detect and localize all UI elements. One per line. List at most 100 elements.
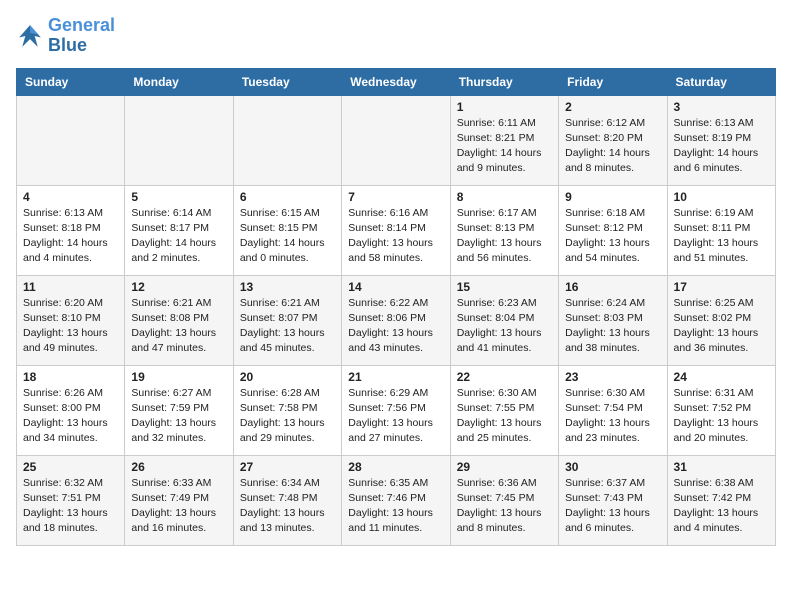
day-info: Sunrise: 6:21 AM Sunset: 8:08 PM Dayligh…: [131, 296, 226, 357]
day-info: Sunrise: 6:24 AM Sunset: 8:03 PM Dayligh…: [565, 296, 660, 357]
day-number: 1: [457, 100, 552, 114]
calendar-cell: 10 Sunrise: 6:19 AM Sunset: 8:11 PM Dayli…: [667, 185, 775, 275]
day-number: 6: [240, 190, 335, 204]
calendar-cell: [125, 95, 233, 185]
day-info: Sunrise: 6:22 AM Sunset: 8:06 PM Dayligh…: [348, 296, 443, 357]
day-info: Sunrise: 6:16 AM Sunset: 8:14 PM Dayligh…: [348, 206, 443, 267]
day-info: Sunrise: 6:17 AM Sunset: 8:13 PM Dayligh…: [457, 206, 552, 267]
day-number: 11: [23, 280, 118, 294]
day-info: Sunrise: 6:13 AM Sunset: 8:19 PM Dayligh…: [674, 116, 769, 177]
calendar-cell: 29 Sunrise: 6:36 AM Sunset: 7:45 PM Dayli…: [450, 455, 558, 545]
day-number: 2: [565, 100, 660, 114]
calendar-cell: 23 Sunrise: 6:30 AM Sunset: 7:54 PM Dayli…: [559, 365, 667, 455]
calendar-cell: 22 Sunrise: 6:30 AM Sunset: 7:55 PM Dayli…: [450, 365, 558, 455]
page-header: GeneralBlue: [16, 16, 776, 56]
calendar-cell: 15 Sunrise: 6:23 AM Sunset: 8:04 PM Dayli…: [450, 275, 558, 365]
calendar-cell: 3 Sunrise: 6:13 AM Sunset: 8:19 PM Daylig…: [667, 95, 775, 185]
calendar-header-row: SundayMondayTuesdayWednesdayThursdayFrid…: [17, 68, 776, 95]
day-number: 23: [565, 370, 660, 384]
day-number: 19: [131, 370, 226, 384]
calendar-cell: 5 Sunrise: 6:14 AM Sunset: 8:17 PM Daylig…: [125, 185, 233, 275]
day-info: Sunrise: 6:30 AM Sunset: 7:54 PM Dayligh…: [565, 386, 660, 447]
calendar-table: SundayMondayTuesdayWednesdayThursdayFrid…: [16, 68, 776, 546]
day-info: Sunrise: 6:30 AM Sunset: 7:55 PM Dayligh…: [457, 386, 552, 447]
calendar-week-3: 11Sunrise: 6:20 AM Sunset: 8:10 PM Dayli…: [17, 275, 776, 365]
header-wednesday: Wednesday: [342, 68, 450, 95]
day-number: 28: [348, 460, 443, 474]
calendar-cell: 11Sunrise: 6:20 AM Sunset: 8:10 PM Dayli…: [17, 275, 125, 365]
header-friday: Friday: [559, 68, 667, 95]
day-number: 17: [674, 280, 769, 294]
day-info: Sunrise: 6:35 AM Sunset: 7:46 PM Dayligh…: [348, 476, 443, 537]
header-monday: Monday: [125, 68, 233, 95]
header-saturday: Saturday: [667, 68, 775, 95]
calendar-cell: 27 Sunrise: 6:34 AM Sunset: 7:48 PM Dayli…: [233, 455, 341, 545]
calendar-cell: 7Sunrise: 6:16 AM Sunset: 8:14 PM Daylig…: [342, 185, 450, 275]
day-info: Sunrise: 6:28 AM Sunset: 7:58 PM Dayligh…: [240, 386, 335, 447]
day-number: 18: [23, 370, 118, 384]
day-info: Sunrise: 6:33 AM Sunset: 7:49 PM Dayligh…: [131, 476, 226, 537]
day-number: 10: [674, 190, 769, 204]
day-number: 13: [240, 280, 335, 294]
day-info: Sunrise: 6:14 AM Sunset: 8:17 PM Dayligh…: [131, 206, 226, 267]
day-number: 4: [23, 190, 118, 204]
calendar-week-1: 1 Sunrise: 6:11 AM Sunset: 8:21 PM Daylig…: [17, 95, 776, 185]
day-number: 15: [457, 280, 552, 294]
calendar-cell: 30 Sunrise: 6:37 AM Sunset: 7:43 PM Dayli…: [559, 455, 667, 545]
day-info: Sunrise: 6:19 AM Sunset: 8:11 PM Dayligh…: [674, 206, 769, 267]
calendar-cell: 6 Sunrise: 6:15 AM Sunset: 8:15 PM Daylig…: [233, 185, 341, 275]
day-number: 21: [348, 370, 443, 384]
day-number: 14: [348, 280, 443, 294]
day-number: 22: [457, 370, 552, 384]
calendar-cell: 26Sunrise: 6:33 AM Sunset: 7:49 PM Dayli…: [125, 455, 233, 545]
day-info: Sunrise: 6:13 AM Sunset: 8:18 PM Dayligh…: [23, 206, 118, 267]
day-info: Sunrise: 6:34 AM Sunset: 7:48 PM Dayligh…: [240, 476, 335, 537]
day-number: 25: [23, 460, 118, 474]
day-number: 30: [565, 460, 660, 474]
day-info: Sunrise: 6:29 AM Sunset: 7:56 PM Dayligh…: [348, 386, 443, 447]
logo: GeneralBlue: [16, 16, 115, 56]
day-info: Sunrise: 6:25 AM Sunset: 8:02 PM Dayligh…: [674, 296, 769, 357]
day-number: 20: [240, 370, 335, 384]
calendar-cell: 19Sunrise: 6:27 AM Sunset: 7:59 PM Dayli…: [125, 365, 233, 455]
day-info: Sunrise: 6:12 AM Sunset: 8:20 PM Dayligh…: [565, 116, 660, 177]
day-info: Sunrise: 6:21 AM Sunset: 8:07 PM Dayligh…: [240, 296, 335, 357]
calendar-cell: 1 Sunrise: 6:11 AM Sunset: 8:21 PM Daylig…: [450, 95, 558, 185]
header-sunday: Sunday: [17, 68, 125, 95]
calendar-week-4: 18 Sunrise: 6:26 AM Sunset: 8:00 PM Dayli…: [17, 365, 776, 455]
header-tuesday: Tuesday: [233, 68, 341, 95]
day-info: Sunrise: 6:23 AM Sunset: 8:04 PM Dayligh…: [457, 296, 552, 357]
calendar-cell: 9Sunrise: 6:18 AM Sunset: 8:12 PM Daylig…: [559, 185, 667, 275]
day-info: Sunrise: 6:36 AM Sunset: 7:45 PM Dayligh…: [457, 476, 552, 537]
day-number: 24: [674, 370, 769, 384]
calendar-cell: 24 Sunrise: 6:31 AM Sunset: 7:52 PM Dayli…: [667, 365, 775, 455]
day-number: 29: [457, 460, 552, 474]
calendar-cell: [233, 95, 341, 185]
calendar-week-2: 4 Sunrise: 6:13 AM Sunset: 8:18 PM Daylig…: [17, 185, 776, 275]
day-info: Sunrise: 6:18 AM Sunset: 8:12 PM Dayligh…: [565, 206, 660, 267]
day-number: 27: [240, 460, 335, 474]
day-info: Sunrise: 6:26 AM Sunset: 8:00 PM Dayligh…: [23, 386, 118, 447]
logo-text: GeneralBlue: [48, 16, 115, 56]
day-info: Sunrise: 6:31 AM Sunset: 7:52 PM Dayligh…: [674, 386, 769, 447]
calendar-cell: [342, 95, 450, 185]
header-thursday: Thursday: [450, 68, 558, 95]
calendar-cell: 2 Sunrise: 6:12 AM Sunset: 8:20 PM Daylig…: [559, 95, 667, 185]
day-info: Sunrise: 6:37 AM Sunset: 7:43 PM Dayligh…: [565, 476, 660, 537]
calendar-cell: 31Sunrise: 6:38 AM Sunset: 7:42 PM Dayli…: [667, 455, 775, 545]
day-number: 31: [674, 460, 769, 474]
calendar-cell: 20 Sunrise: 6:28 AM Sunset: 7:58 PM Dayli…: [233, 365, 341, 455]
calendar-cell: 21 Sunrise: 6:29 AM Sunset: 7:56 PM Dayli…: [342, 365, 450, 455]
day-info: Sunrise: 6:11 AM Sunset: 8:21 PM Dayligh…: [457, 116, 552, 177]
calendar-cell: 13 Sunrise: 6:21 AM Sunset: 8:07 PM Dayli…: [233, 275, 341, 365]
day-number: 3: [674, 100, 769, 114]
logo-icon: [16, 22, 44, 50]
day-number: 12: [131, 280, 226, 294]
calendar-cell: 12 Sunrise: 6:21 AM Sunset: 8:08 PM Dayli…: [125, 275, 233, 365]
calendar-week-5: 25Sunrise: 6:32 AM Sunset: 7:51 PM Dayli…: [17, 455, 776, 545]
day-info: Sunrise: 6:15 AM Sunset: 8:15 PM Dayligh…: [240, 206, 335, 267]
calendar-cell: 4 Sunrise: 6:13 AM Sunset: 8:18 PM Daylig…: [17, 185, 125, 275]
day-number: 5: [131, 190, 226, 204]
calendar-cell: [17, 95, 125, 185]
calendar-cell: 18 Sunrise: 6:26 AM Sunset: 8:00 PM Dayli…: [17, 365, 125, 455]
